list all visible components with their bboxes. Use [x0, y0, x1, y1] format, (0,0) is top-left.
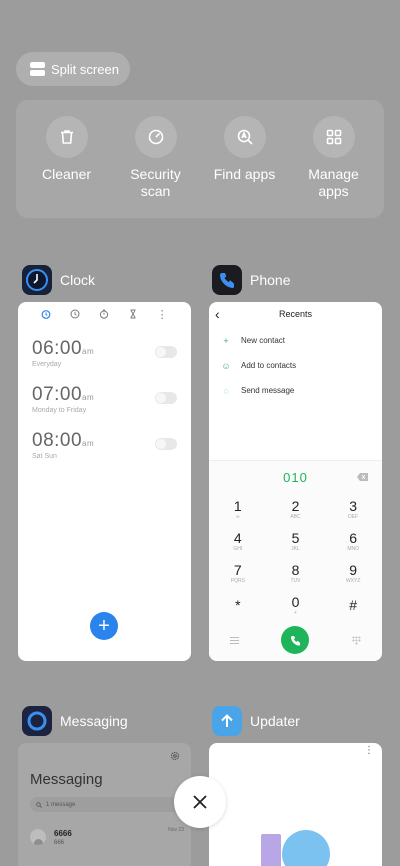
more-options-icon[interactable]: ⋮	[157, 308, 168, 321]
send-message-action[interactable]: ◌ Send message	[209, 378, 382, 403]
call-button[interactable]	[281, 626, 310, 654]
dial-key-2[interactable]: 2 ABC	[267, 493, 325, 525]
miui-logo-icon	[261, 830, 330, 866]
tool-manage-apps[interactable]: Manage apps	[292, 116, 376, 218]
updater-app-card[interactable]: ⋮	[209, 743, 382, 866]
thread-sender: 6666	[54, 828, 72, 838]
tool-label: Cleaner	[41, 166, 92, 182]
action-label: New contact	[241, 336, 286, 345]
alarm-item[interactable]: 07:00am Monday to Friday	[18, 384, 191, 430]
dial-key-1[interactable]: 1 ∞	[209, 493, 267, 525]
phone-app-icon	[212, 265, 242, 295]
close-all-button[interactable]	[174, 776, 226, 828]
settings-icon[interactable]	[170, 751, 180, 761]
tool-cleaner[interactable]: Cleaner	[25, 116, 109, 218]
dial-key-0[interactable]: 0 +	[267, 589, 325, 621]
avatar	[30, 829, 46, 845]
dial-key-9[interactable]: 9 WXYZ	[324, 557, 382, 589]
alarm-toggle[interactable]	[155, 346, 177, 358]
phone-header: ‹ Recents	[209, 302, 382, 326]
split-screen-label: Split screen	[51, 61, 119, 77]
timer-tab-icon[interactable]	[128, 309, 138, 319]
phone-app-name: Phone	[250, 272, 291, 288]
thread-date: Nov 23	[168, 827, 184, 833]
split-screen-button[interactable]: Split screen	[16, 52, 130, 86]
updater-app-name: Updater	[250, 713, 300, 729]
tool-security-scan[interactable]: Security scan	[114, 116, 198, 218]
alarm-time: 06:00am	[32, 338, 95, 359]
security-scan-icon	[134, 116, 177, 158]
quick-tools-panel: Cleaner Security scan Find apps Manage a…	[16, 100, 384, 218]
alarm-tab-icon[interactable]	[41, 309, 51, 319]
manage-apps-icon	[312, 116, 355, 158]
search-placeholder: 1 message	[46, 801, 76, 808]
action-label: Add to contacts	[241, 361, 297, 370]
updater-app-header[interactable]: Updater	[212, 706, 300, 736]
phone-title: Recents	[278, 309, 313, 319]
message-thread[interactable]: 6666 666 Nov 23	[30, 825, 184, 849]
dial-key-4[interactable]: 4 GHI	[209, 525, 267, 557]
tool-label: Security scan	[130, 166, 181, 199]
alarm-repeat: Everyday	[32, 361, 62, 368]
updater-app-icon	[212, 706, 242, 736]
clock-tab-bar: ⋮	[18, 302, 191, 326]
dial-key-hash[interactable]: #	[324, 589, 382, 621]
dial-key-8[interactable]: 8 TUV	[267, 557, 325, 589]
dial-pad: 010 1 ∞ 2 ABC 3 DEF 4 GHI 5 JKL 6 MNO 7 PQRS 8T…	[209, 460, 382, 661]
alarm-item[interactable]: 06:00am Everyday	[18, 338, 191, 384]
alarm-toggle[interactable]	[155, 392, 177, 404]
tool-label: Find apps	[213, 166, 276, 182]
dial-key-3[interactable]: 3 DEF	[324, 493, 382, 525]
alarm-repeat: Sat Sun	[32, 453, 57, 460]
messaging-app-icon	[22, 706, 52, 736]
alarm-time: 08:00am	[32, 430, 95, 451]
messaging-search-field[interactable]: 1 message	[30, 797, 184, 812]
menu-icon[interactable]	[230, 636, 240, 644]
phone-app-header[interactable]: Phone	[212, 265, 290, 295]
messaging-app-header[interactable]: Messaging	[22, 706, 128, 736]
close-icon	[193, 795, 207, 809]
add-to-contacts-action[interactable]: ☺ Add to contacts	[209, 353, 382, 378]
dialed-number: 010	[283, 469, 308, 485]
dial-key-6[interactable]: 6 MNO	[324, 525, 382, 557]
alarm-toggle[interactable]	[155, 438, 177, 450]
add-alarm-button[interactable]: +	[90, 612, 118, 640]
clock-app-header[interactable]: Clock	[22, 265, 95, 295]
messaging-title: Messaging	[30, 771, 103, 788]
tool-label: Manage apps	[308, 166, 359, 199]
dial-keys: 1 ∞ 2 ABC 3 DEF 4 GHI 5 JKL 6 MNO 7 PQRS 8 TUV 9…	[209, 493, 382, 621]
find-apps-icon	[223, 116, 266, 158]
clock-app-name: Clock	[60, 272, 96, 288]
message-icon: ◌	[223, 385, 229, 396]
thread-preview: 666	[54, 839, 65, 846]
backspace-icon[interactable]	[357, 473, 368, 481]
dialpad-icon[interactable]	[352, 636, 361, 645]
dial-key-star[interactable]: *	[209, 589, 267, 621]
trash-icon	[45, 116, 88, 158]
back-icon[interactable]: ‹	[215, 306, 235, 322]
messaging-app-card[interactable]: Messaging 1 message 6666 666 Nov 23	[18, 743, 191, 866]
tool-find-apps[interactable]: Find apps	[203, 116, 287, 218]
clock-app-card[interactable]: ⋮ 06:00am Everyday 07:00am Monday to Fri…	[18, 302, 191, 661]
call-icon	[290, 635, 301, 646]
phone-app-card[interactable]: ‹ Recents + New contact ☺ Add to contact…	[209, 302, 382, 661]
alarm-item[interactable]: 08:00am Sat Sun	[18, 430, 191, 476]
action-label: Send message	[241, 386, 295, 395]
more-options-icon[interactable]: ⋮	[364, 745, 374, 756]
add-contact-icon: +	[223, 335, 229, 346]
dial-key-5[interactable]: 5 JKL	[267, 525, 325, 557]
messaging-app-name: Messaging	[60, 713, 128, 729]
clock-app-icon	[22, 265, 52, 295]
search-icon	[36, 801, 42, 808]
new-contact-action[interactable]: + New contact	[209, 328, 382, 353]
split-screen-icon	[30, 62, 45, 76]
dial-key-7[interactable]: 7 PQRS	[209, 557, 267, 589]
world-clock-tab-icon[interactable]	[70, 309, 80, 319]
stopwatch-tab-icon[interactable]	[99, 309, 109, 319]
person-icon: ☺	[221, 360, 231, 371]
alarm-repeat: Monday to Friday	[32, 407, 87, 414]
alarm-time: 07:00am	[32, 384, 95, 405]
